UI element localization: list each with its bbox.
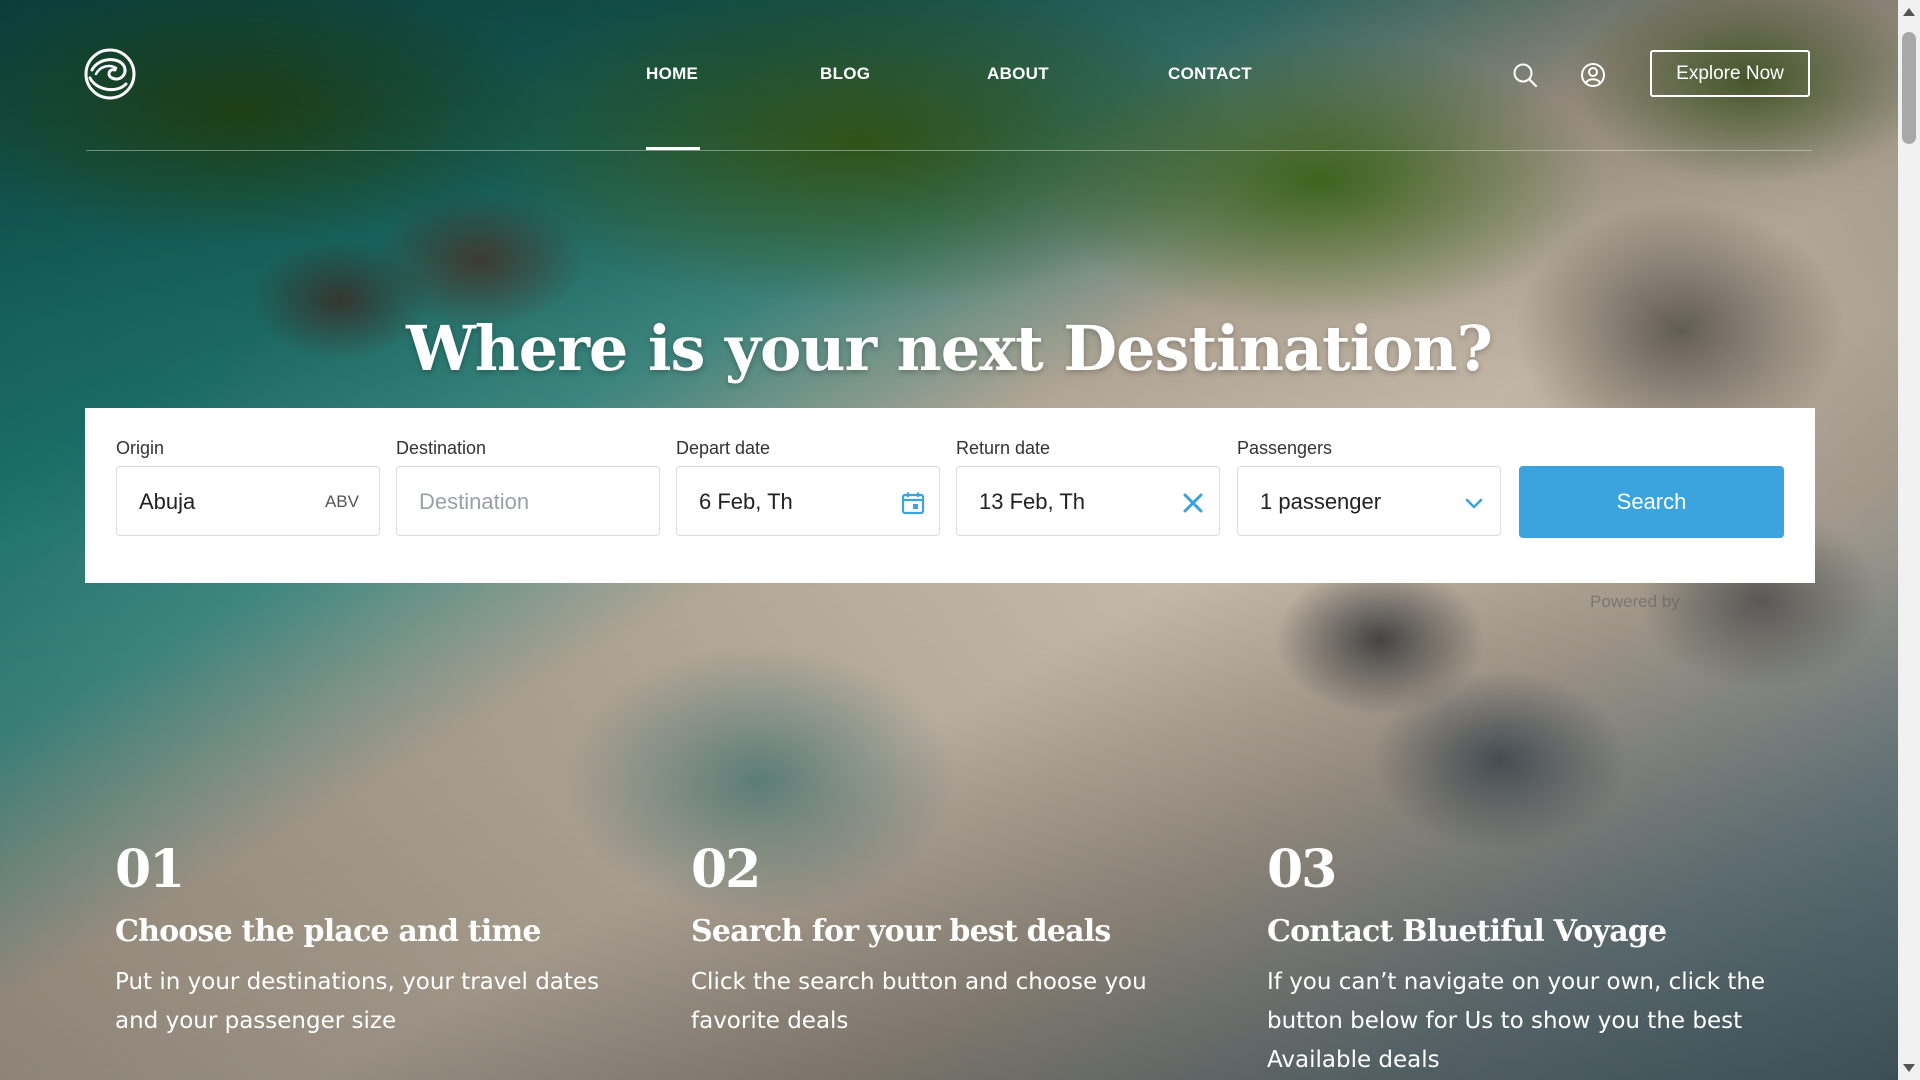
clear-x-icon[interactable] [1181,491,1205,515]
search-button[interactable]: Search [1519,466,1784,538]
page-scrollbar[interactable] [1898,0,1920,1080]
destination-label: Destination [396,438,487,458]
nav-home[interactable]: HOME [646,64,698,84]
depart-date-field[interactable]: 6 Feb, Th [676,466,940,536]
nav-contact[interactable]: CONTACT [1168,64,1252,84]
origin-label: Origin [116,438,165,458]
flight-search-panel: Origin Abuja ABV Destination Destination… [85,408,1815,583]
passengers-value: 1 passenger [1260,489,1382,514]
chevron-down-icon [1462,491,1486,515]
step-1: 01 Choose the place and time Put in your… [115,840,635,1041]
passengers-select[interactable]: 1 passenger [1237,466,1501,536]
return-date-value: 13 Feb, Th [979,489,1085,514]
step-text: Put in your destinations, your travel da… [115,969,600,1034]
step-title: Contact Bluetiful Voyage [1267,914,1667,949]
step-number: 03 [1267,839,1337,900]
passengers-label: Passengers [1237,438,1333,458]
return-date-label: Return date [956,438,1051,458]
nav-blog[interactable]: BLOG [820,64,870,84]
step-text: Click the search button and choose you f… [691,969,1147,1034]
step-number: 01 [115,839,185,900]
destination-placeholder: Destination [419,489,530,514]
step-3: 03 Contact Bluetiful Voyage If you can’t… [1267,840,1787,1080]
scroll-up-arrow-icon[interactable] [1903,8,1915,16]
step-title: Choose the place and time [115,914,542,949]
powered-by-text: Powered by [1590,592,1680,611]
user-circle-icon[interactable] [1580,62,1606,88]
origin-field[interactable]: Abuja ABV [116,466,380,536]
explore-now-button[interactable]: Explore Now [1650,50,1810,97]
destination-field[interactable]: Destination [396,466,660,536]
nav-about[interactable]: ABOUT [987,64,1049,84]
wave-logo-icon[interactable] [84,48,136,100]
calendar-icon[interactable] [901,491,925,515]
scroll-down-arrow-icon[interactable] [1903,1064,1915,1072]
step-2: 02 Search for your best deals Click the … [691,840,1211,1041]
search-icon[interactable] [1512,62,1538,88]
origin-value: Abuja [139,489,196,514]
step-number: 02 [691,839,761,900]
depart-date-label: Depart date [676,438,771,458]
scroll-thumb[interactable] [1902,32,1916,144]
depart-date-value: 6 Feb, Th [699,489,793,514]
origin-code: ABV [324,492,359,511]
return-date-field[interactable]: 13 Feb, Th [956,466,1220,536]
step-title: Search for your best deals [691,914,1111,949]
step-text: If you can’t navigate on your own, click… [1267,969,1766,1073]
hero-title: Where is your next Destination? [406,312,1493,385]
header-divider [86,150,1812,151]
